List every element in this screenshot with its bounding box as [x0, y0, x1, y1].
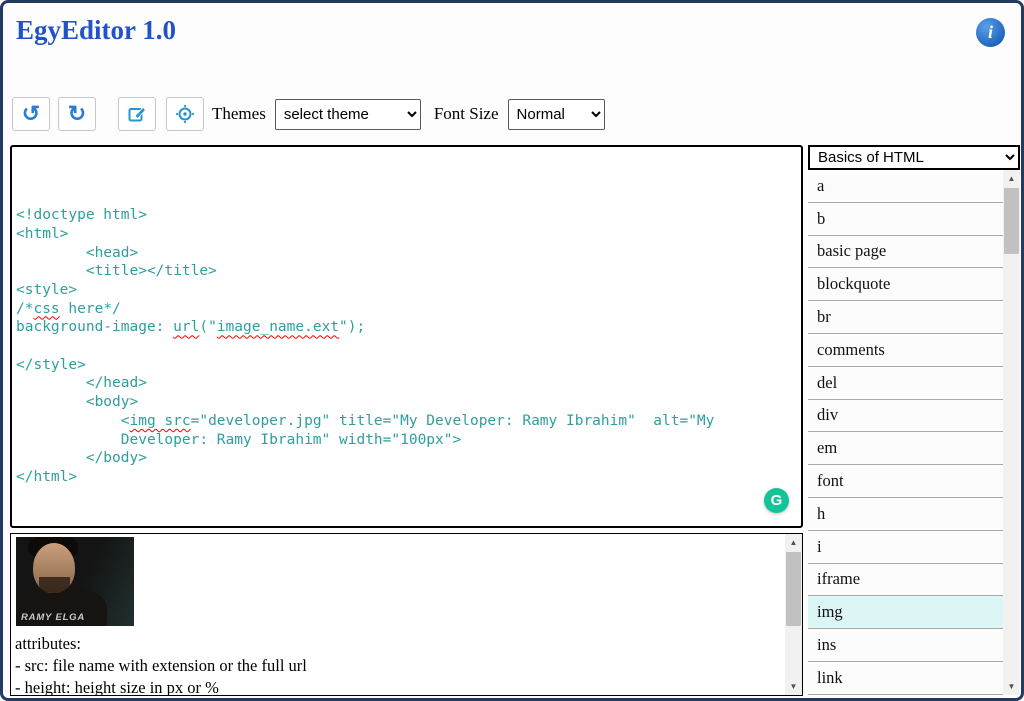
code-line: Developer: Ramy Ibrahim" width="100px">: [16, 431, 801, 450]
tag-list-item[interactable]: i: [808, 531, 1003, 564]
code-line: <html>: [16, 225, 801, 244]
code-line: </html>: [16, 468, 801, 487]
attributes-text: attributes:- src: file name with extensi…: [15, 633, 780, 696]
code-line: <head>: [16, 244, 801, 263]
tag-list-item[interactable]: div: [808, 400, 1003, 433]
tag-sidebar: Basics of HTML abbasic pageblockquotebrc…: [808, 145, 1020, 695]
code-line: <title></title>: [16, 262, 801, 281]
panel-scrollbar[interactable]: ▲ ▼: [785, 534, 802, 695]
tag-list-item[interactable]: blockquote: [808, 268, 1003, 301]
developer-photo: RAMY ELGA: [16, 537, 134, 626]
code-line: [16, 337, 801, 356]
code-line: <body>: [16, 393, 801, 412]
tag-list-item[interactable]: del: [808, 367, 1003, 400]
tag-list-item[interactable]: b: [808, 203, 1003, 236]
tag-list-item[interactable]: br: [808, 301, 1003, 334]
undo-icon: ↺: [22, 103, 40, 125]
undo-button[interactable]: ↺: [12, 97, 50, 131]
app-title: EgyEditor 1.0: [16, 15, 176, 46]
code-line: </body>: [16, 449, 801, 468]
info-icon: i: [988, 22, 993, 43]
scroll-thumb[interactable]: [1004, 188, 1019, 254]
font-size-label: Font Size: [434, 104, 499, 124]
themes-label: Themes: [212, 104, 266, 124]
code-line: <!doctype html>: [16, 206, 801, 225]
tag-list-item[interactable]: img: [808, 596, 1003, 629]
category-select[interactable]: Basics of HTML: [808, 145, 1020, 170]
info-button[interactable]: i: [976, 18, 1005, 47]
tag-list-item[interactable]: em: [808, 432, 1003, 465]
edit-button[interactable]: [118, 97, 156, 131]
code-line: /*css here*/: [16, 300, 801, 319]
scroll-track[interactable]: [785, 551, 802, 678]
redo-button[interactable]: ↻: [58, 97, 96, 131]
toolbar: ↺ ↻ Themes select theme Font Size Normal: [12, 96, 605, 132]
app-window: EgyEditor 1.0 i ↺ ↻ Themes select the: [0, 0, 1024, 701]
focus-target-icon: [175, 104, 195, 124]
tag-list-item[interactable]: iframe: [808, 564, 1003, 597]
scroll-down-button[interactable]: ▼: [785, 678, 802, 695]
scroll-down-button[interactable]: ▼: [1003, 678, 1020, 695]
redo-icon: ↻: [68, 103, 86, 125]
code-line: background-image: url("image_name.ext");: [16, 318, 801, 337]
code-line: </head>: [16, 374, 801, 393]
tag-list-item[interactable]: ins: [808, 629, 1003, 662]
code-line: </style>: [16, 356, 801, 375]
tag-list-item[interactable]: font: [808, 465, 1003, 498]
grammarly-icon: G: [771, 492, 783, 509]
tag-list-item[interactable]: h: [808, 498, 1003, 531]
edit-pencil-icon: [127, 104, 147, 124]
code-editor[interactable]: <!doctype html><html> <head> <title></ti…: [10, 145, 803, 528]
tag-list: abbasic pageblockquotebrcommentsdeldivem…: [808, 170, 1003, 695]
code-line: <img src="developer.jpg" title="My Devel…: [16, 412, 801, 431]
tag-info-panel: RAMY ELGA attributes:- src: file name wi…: [10, 533, 803, 696]
font-size-select[interactable]: Normal: [508, 99, 605, 130]
sidebar-scrollbar[interactable]: ▲ ▼: [1003, 170, 1020, 695]
tag-list-item[interactable]: link: [808, 662, 1003, 695]
code-line: <style>: [16, 281, 801, 300]
focus-button[interactable]: [166, 97, 204, 131]
scroll-thumb[interactable]: [786, 552, 801, 626]
photo-caption: RAMY ELGA: [21, 612, 85, 623]
grammarly-button[interactable]: G: [764, 488, 789, 513]
scroll-up-button[interactable]: ▲: [785, 534, 802, 551]
attribute-line: - height: height size in px or %: [15, 677, 780, 696]
tag-list-item[interactable]: a: [808, 170, 1003, 203]
theme-select[interactable]: select theme: [275, 99, 421, 130]
code-content: <!doctype html><html> <head> <title></ti…: [16, 150, 801, 487]
scroll-track[interactable]: [1003, 187, 1020, 678]
scroll-up-button[interactable]: ▲: [1003, 170, 1020, 187]
attribute-line: - src: file name with extension or the f…: [15, 655, 780, 677]
tag-list-item[interactable]: comments: [808, 334, 1003, 367]
attribute-line: attributes:: [15, 633, 780, 655]
tag-list-item[interactable]: basic page: [808, 236, 1003, 269]
